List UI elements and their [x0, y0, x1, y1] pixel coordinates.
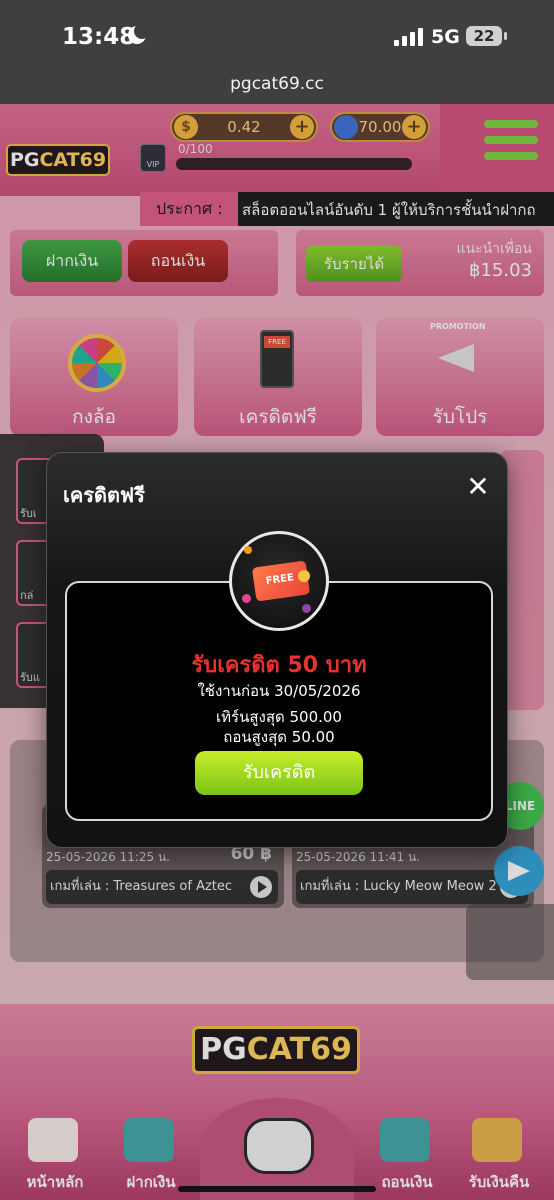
status-bar: 13:48 5G 22 — [0, 0, 554, 66]
close-icon[interactable]: ✕ — [465, 473, 491, 501]
status-time: 13:48 — [62, 24, 136, 50]
url-bar[interactable]: pgcat69.cc — [0, 66, 554, 104]
url-text[interactable]: pgcat69.cc — [0, 74, 554, 94]
claim-credit-button[interactable]: รับเครดิต — [195, 751, 363, 795]
modal-title: เครดิตฟรี — [63, 483, 145, 507]
free-card-badge — [229, 531, 329, 631]
voucher-expiry: ใช้งานก่อน 30/05/2026 — [197, 682, 361, 700]
home-indicator — [178, 1186, 376, 1192]
signal-icon — [394, 28, 424, 46]
voucher-max-withdraw: ถอนสูงสุด 50.00 — [223, 728, 335, 746]
network-type: 5G — [431, 26, 460, 48]
battery-icon: 22 — [466, 26, 507, 46]
free-credit-modal: เครดิตฟรี ✕ รับเครดิต 50 บาท ใช้งานก่อน … — [46, 452, 508, 848]
moon-icon — [128, 23, 150, 44]
voucher-title: รับเครดิต 50 บาท — [191, 653, 367, 678]
